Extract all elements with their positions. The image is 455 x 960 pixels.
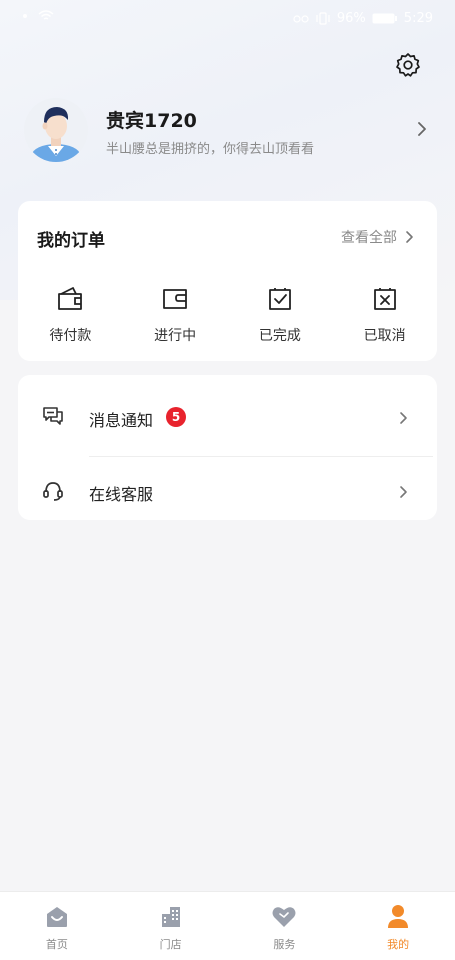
- signal-dot-icon: [23, 14, 27, 18]
- order-item-label: 待付款: [49, 328, 92, 344]
- orders-card: 我的订单 查看全部 待付款 进行中 已完成 已取消: [18, 201, 437, 361]
- check-box-icon: [268, 288, 291, 310]
- tab-home[interactable]: 首页: [0, 892, 114, 960]
- wallet-icon: [58, 287, 83, 310]
- bottom-tab-bar: 首页 门店 服务 我的: [0, 891, 455, 960]
- tab-label: 服务: [273, 938, 296, 951]
- gear-icon: [396, 53, 420, 77]
- tab-service[interactable]: 服务: [228, 892, 342, 960]
- status-bar: 96% 5:29: [0, 0, 455, 38]
- chevron-right-icon: [400, 486, 407, 498]
- user-avatar-illustration: [32, 107, 80, 162]
- headset-icon: [43, 482, 63, 501]
- order-status-row: 待付款 进行中 已完成 已取消: [18, 285, 437, 345]
- order-cancelled[interactable]: 已取消: [332, 285, 437, 345]
- status-left: [22, 10, 54, 22]
- user-icon: [388, 905, 409, 928]
- clock: 5:29: [403, 11, 433, 26]
- order-in-progress[interactable]: 进行中: [123, 285, 228, 345]
- battery-icon: [372, 13, 397, 24]
- menu-item-customer-service[interactable]: 在线客服: [18, 454, 437, 526]
- menu-item-label: 消息通知: [89, 411, 154, 430]
- profile-name: 贵宾1720: [106, 110, 197, 132]
- order-item-label: 已完成: [258, 328, 301, 344]
- tab-label: 门店: [159, 938, 182, 951]
- tab-label: 我的: [387, 938, 410, 951]
- in-progress-icon: [163, 289, 188, 309]
- status-right: 96% 5:29: [293, 11, 433, 26]
- heart-icon: [272, 907, 296, 927]
- chevron-right-icon: [406, 231, 413, 243]
- vibrate-icon: [316, 12, 330, 25]
- avatar[interactable]: [24, 98, 88, 162]
- battery-percent: 96%: [336, 11, 366, 26]
- unread-count-badge: 5: [166, 407, 186, 427]
- wifi-icon: [38, 10, 54, 20]
- view-all-label: 查看全部: [341, 230, 397, 246]
- store-icon: [161, 907, 180, 927]
- tab-label: 首页: [45, 938, 68, 951]
- order-completed[interactable]: 已完成: [228, 285, 333, 345]
- orders-title: 我的订单: [37, 231, 105, 251]
- bluetooth-icon: [293, 14, 309, 23]
- settings-button[interactable]: [393, 50, 423, 80]
- tab-store[interactable]: 门店: [114, 892, 228, 960]
- cancel-box-icon: [373, 288, 396, 310]
- home-icon: [46, 907, 67, 927]
- menu-item-label: 在线客服: [89, 485, 154, 504]
- chevron-right-icon[interactable]: [416, 120, 428, 138]
- menu-card: 消息通知 5 在线客服: [18, 375, 437, 520]
- order-item-label: 进行中: [154, 328, 197, 344]
- message-icon: [43, 407, 63, 425]
- order-pending-payment[interactable]: 待付款: [18, 285, 123, 345]
- order-item-label: 已取消: [363, 328, 406, 344]
- profile-motto: 半山腰总是拥挤的，你得去山顶看看: [106, 142, 315, 157]
- menu-item-notifications[interactable]: 消息通知 5: [18, 380, 437, 457]
- tab-mine[interactable]: 我的: [341, 892, 455, 960]
- chevron-right-icon: [400, 412, 407, 424]
- profile-section[interactable]: 贵宾1720 半山腰总是拥挤的，你得去山顶看看: [24, 98, 436, 162]
- view-all-orders-link[interactable]: 查看全部: [341, 227, 415, 247]
